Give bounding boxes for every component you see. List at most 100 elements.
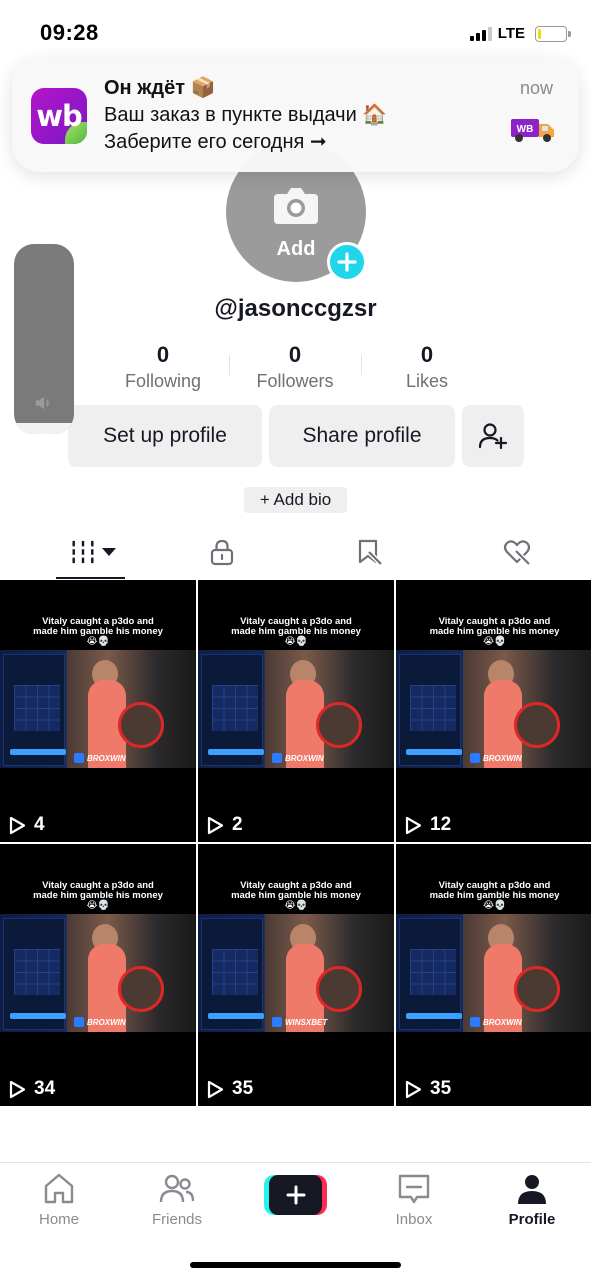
play-icon: [405, 816, 422, 834]
add-user-icon: [478, 423, 508, 450]
volume-level: [14, 422, 74, 434]
tab-liked[interactable]: [443, 525, 591, 579]
view-count: 34: [9, 1078, 55, 1100]
video-thumbnail[interactable]: Vitaly caught a p3do and made him gamble…: [0, 844, 196, 1106]
cellular-signal-icon: [469, 26, 492, 41]
video-caption: Vitaly caught a p3do and made him gamble…: [33, 616, 163, 647]
view-count-value: 12: [430, 814, 452, 835]
battery-level: [538, 28, 541, 39]
following-label: Following: [124, 371, 202, 391]
game-screen: [399, 654, 462, 766]
profile-stats: 0 Following 0 Followers 0 Likes: [97, 341, 493, 397]
view-count-value: 35: [232, 1078, 254, 1099]
stat-following[interactable]: 0 Following: [97, 341, 229, 397]
nav-friends[interactable]: Friends: [132, 1171, 222, 1228]
video-frame: WINSXBET: [198, 914, 394, 1032]
friends-icon: [159, 1174, 195, 1203]
video-caption: Vitaly caught a p3do and made him gamble…: [429, 616, 560, 647]
view-count-value: 4: [34, 814, 45, 835]
video-thumbnail[interactable]: Vitaly caught a p3do and made him gamble…: [0, 580, 196, 842]
svg-text:WB: WB: [517, 124, 534, 135]
delivery-truck-icon: WB: [511, 119, 554, 142]
stat-likes[interactable]: 0 Likes: [361, 341, 493, 397]
likes-label: Likes: [405, 371, 449, 391]
tab-saved[interactable]: [296, 525, 444, 579]
highlight-circle: [316, 702, 362, 748]
home-icon: [44, 1173, 74, 1204]
nav-home[interactable]: Home: [14, 1171, 104, 1228]
saved-icon: [359, 539, 384, 566]
lock-icon: [210, 539, 233, 566]
highlight-circle: [118, 702, 164, 748]
view-count: 35: [207, 1078, 253, 1100]
view-count: 35: [405, 1078, 451, 1100]
push-notification[interactable]: wb Он ждёт 📦 Ваш заказ в пункте выдачи 🏠…: [12, 58, 579, 172]
status-indicators: LTE: [469, 25, 571, 42]
video-frame: BROXWIN: [396, 914, 591, 1032]
share-profile-button[interactable]: Share profile: [269, 405, 455, 467]
brand-watermark: WINSXBET: [270, 1017, 327, 1027]
video-thumbnail[interactable]: Vitaly caught a p3do and made him gamble…: [198, 580, 394, 842]
tiktok-profile-screen: 09:28 LTE wb Он ждёт 📦 Ваш заказ в пункт…: [0, 0, 591, 1280]
add-friends-button[interactable]: [462, 405, 524, 467]
username: @jasonccgzsr: [214, 295, 377, 322]
followers-count: 0: [288, 342, 302, 367]
nav-friends-label: Friends: [151, 1211, 203, 1228]
set-up-profile-button[interactable]: Set up profile: [68, 405, 262, 467]
chevron-down-icon[interactable]: [102, 548, 116, 556]
network-type: LTE: [497, 25, 525, 42]
notification-title: Он ждёт 📦: [104, 77, 216, 99]
brand-watermark: BROXWIN: [468, 753, 522, 763]
video-frame: BROXWIN: [0, 650, 196, 768]
home-indicator: [190, 1262, 401, 1268]
video-frame: BROXWIN: [198, 650, 394, 768]
wildberries-app-icon: wb: [31, 88, 87, 144]
video-thumbnail[interactable]: Vitaly caught a p3do and made him gamble…: [198, 844, 394, 1106]
view-count: 4: [9, 814, 45, 836]
video-caption: Vitaly caught a p3do and made him gamble…: [429, 880, 560, 911]
profile-actions: Set up profile Share profile: [68, 405, 524, 467]
highlight-circle: [514, 702, 560, 748]
camera-icon: [274, 188, 318, 224]
brand-watermark: BROXWIN: [468, 1017, 522, 1027]
nav-inbox[interactable]: Inbox: [369, 1171, 459, 1228]
view-count-value: 2: [232, 814, 243, 835]
inbox-icon: [398, 1174, 430, 1204]
play-icon: [9, 1080, 26, 1098]
tab-videos[interactable]: [0, 525, 148, 579]
volume-indicator: [14, 244, 74, 434]
video-caption: Vitaly caught a p3do and made him gamble…: [231, 616, 361, 647]
nav-profile[interactable]: Profile: [487, 1171, 577, 1228]
profile-tabs: [0, 525, 591, 579]
notification-body-line2: Заберите его сегодня ➞: [104, 131, 327, 153]
nav-profile-label: Profile: [508, 1211, 556, 1228]
speaker-icon: [35, 396, 49, 410]
add-avatar-button[interactable]: [327, 242, 367, 282]
profile-icon: [518, 1175, 546, 1204]
video-frame: BROXWIN: [0, 914, 196, 1032]
view-count: 2: [207, 814, 243, 836]
create-video-button[interactable]: [264, 1175, 327, 1215]
game-screen: [201, 654, 264, 766]
nav-inbox-label: Inbox: [395, 1211, 433, 1228]
plus-icon: [286, 1185, 305, 1205]
video-thumbnail[interactable]: Vitaly caught a p3do and made him gamble…: [396, 844, 591, 1106]
highlight-circle: [316, 966, 362, 1012]
view-count-value: 35: [430, 1078, 452, 1099]
view-count: 12: [405, 814, 451, 836]
stat-followers[interactable]: 0 Followers: [229, 341, 361, 397]
video-thumbnail[interactable]: Vitaly caught a p3do and made him gamble…: [396, 580, 591, 842]
likes-count: 0: [420, 342, 434, 367]
add-bio-button[interactable]: + Add bio: [244, 487, 347, 513]
followers-label: Followers: [256, 371, 334, 391]
following-count: 0: [156, 342, 170, 367]
battery-icon: [535, 25, 571, 42]
game-screen: [399, 918, 462, 1030]
brand-watermark: BROXWIN: [72, 1017, 126, 1027]
brand-watermark: BROXWIN: [270, 753, 324, 763]
tab-private[interactable]: [148, 525, 296, 579]
video-frame: BROXWIN: [396, 650, 591, 768]
view-count-value: 34: [34, 1078, 56, 1099]
video-caption: Vitaly caught a p3do and made him gamble…: [231, 880, 361, 911]
notification-body-line1: Ваш заказ в пункте выдачи 🏠: [104, 104, 388, 126]
